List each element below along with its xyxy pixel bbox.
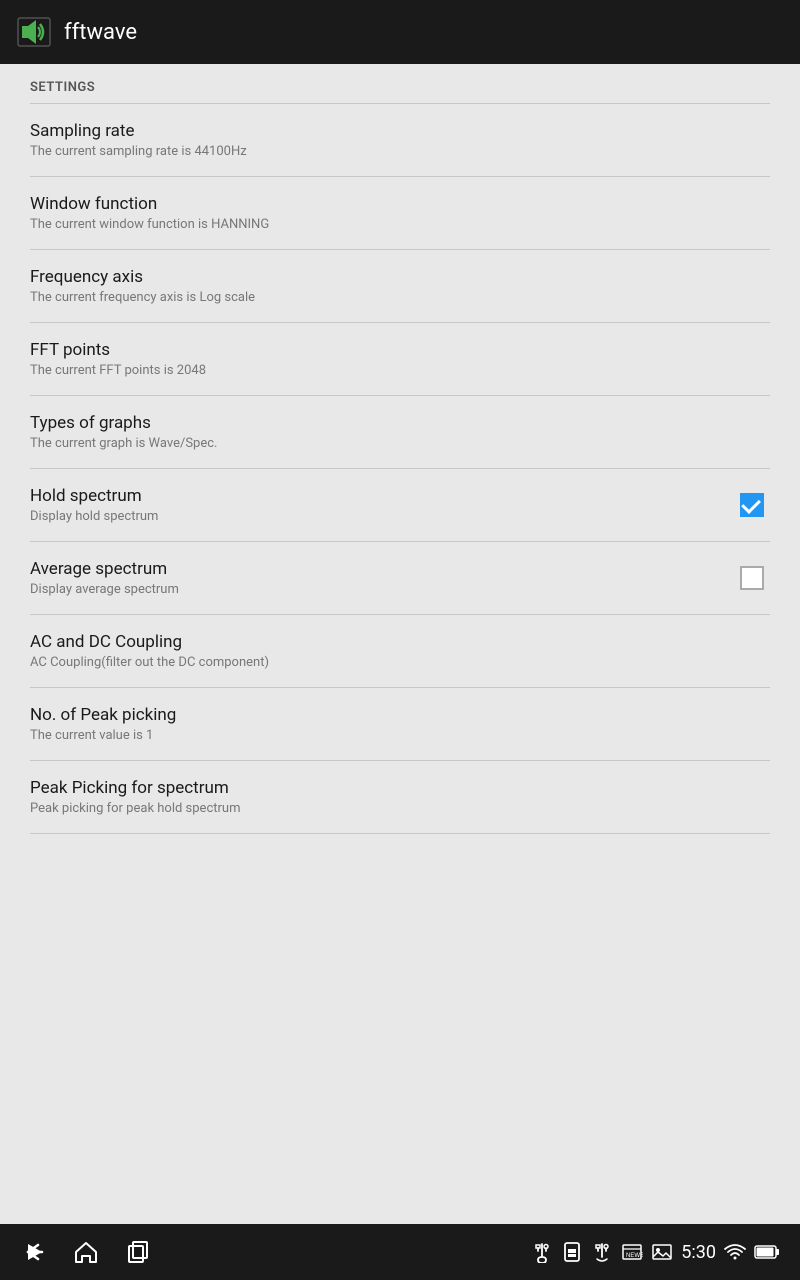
- settings-main: SETTINGS Sampling rate The current sampli…: [0, 64, 800, 1224]
- settings-item-text-frequency-axis: Frequency axis The current frequency axis…: [30, 267, 770, 305]
- settings-item-subtitle-sampling-rate: The current sampling rate is 44100Hz: [30, 144, 770, 159]
- settings-item-title-frequency-axis: Frequency axis: [30, 267, 770, 287]
- settings-item-sampling-rate[interactable]: Sampling rate The current sampling rate i…: [0, 104, 800, 176]
- settings-list: Sampling rate The current sampling rate i…: [0, 104, 800, 834]
- settings-item-subtitle-peak-picking-count: The current value is 1: [30, 728, 770, 743]
- settings-item-text-sampling-rate: Sampling rate The current sampling rate i…: [30, 121, 770, 159]
- settings-item-title-average-spectrum: Average spectrum: [30, 559, 734, 579]
- settings-item-peak-picking-count[interactable]: No. of Peak picking The current value is …: [0, 688, 800, 760]
- checkbox-hold-spectrum[interactable]: [740, 493, 764, 517]
- divider-peak-picking-spectrum: [30, 833, 770, 834]
- settings-item-title-fft-points: FFT points: [30, 340, 770, 360]
- bottombar: NEWS 5:30: [0, 1224, 800, 1280]
- status-time: 5:30: [681, 1242, 716, 1263]
- checkbox-container-hold-spectrum[interactable]: [734, 487, 770, 523]
- settings-item-title-peak-picking-spectrum: Peak Picking for spectrum: [30, 778, 770, 798]
- news-icon: NEWS: [621, 1241, 643, 1263]
- nav-back-button[interactable]: [20, 1238, 48, 1266]
- settings-item-text-ac-dc-coupling: AC and DC Coupling AC Coupling(filter out…: [30, 632, 770, 670]
- settings-item-subtitle-window-function: The current window function is HANNING: [30, 217, 770, 232]
- settings-item-frequency-axis[interactable]: Frequency axis The current frequency axis…: [0, 250, 800, 322]
- settings-item-text-hold-spectrum: Hold spectrum Display hold spectrum: [30, 486, 734, 524]
- settings-item-title-sampling-rate: Sampling rate: [30, 121, 770, 141]
- settings-item-ac-dc-coupling[interactable]: AC and DC Coupling AC Coupling(filter out…: [0, 615, 800, 687]
- settings-item-average-spectrum[interactable]: Average spectrum Display average spectrum: [0, 542, 800, 614]
- usb-storage-icon: [591, 1241, 613, 1263]
- gallery-icon: [651, 1241, 673, 1263]
- settings-item-subtitle-frequency-axis: The current frequency axis is Log scale: [30, 290, 770, 305]
- settings-section-label: SETTINGS: [0, 64, 800, 103]
- settings-item-title-ac-dc-coupling: AC and DC Coupling: [30, 632, 770, 652]
- settings-item-subtitle-ac-dc-coupling: AC Coupling(filter out the DC component): [30, 655, 770, 670]
- settings-item-text-types-of-graphs: Types of graphs The current graph is Wave…: [30, 413, 770, 451]
- home-icon: [72, 1238, 100, 1266]
- app-title: fftwave: [64, 20, 137, 45]
- settings-item-title-peak-picking-count: No. of Peak picking: [30, 705, 770, 725]
- battery-icon: [754, 1241, 780, 1263]
- settings-item-title-types-of-graphs: Types of graphs: [30, 413, 770, 433]
- settings-item-types-of-graphs[interactable]: Types of graphs The current graph is Wave…: [0, 396, 800, 468]
- app-logo: [16, 14, 52, 50]
- checkbox-average-spectrum[interactable]: [740, 566, 764, 590]
- settings-item-text-average-spectrum: Average spectrum Display average spectrum: [30, 559, 734, 597]
- sim-icon: [561, 1241, 583, 1263]
- nav-recents-button[interactable]: [124, 1238, 152, 1266]
- status-area: NEWS 5:30: [531, 1241, 780, 1263]
- wifi-icon: [724, 1241, 746, 1263]
- usb-icon: [531, 1241, 553, 1263]
- nav-buttons: [20, 1238, 152, 1266]
- settings-item-hold-spectrum[interactable]: Hold spectrum Display hold spectrum: [0, 469, 800, 541]
- settings-item-title-window-function: Window function: [30, 194, 770, 214]
- settings-item-subtitle-peak-picking-spectrum: Peak picking for peak hold spectrum: [30, 801, 770, 816]
- settings-item-subtitle-fft-points: The current FFT points is 2048: [30, 363, 770, 378]
- settings-item-subtitle-types-of-graphs: The current graph is Wave/Spec.: [30, 436, 770, 451]
- settings-item-window-function[interactable]: Window function The current window functi…: [0, 177, 800, 249]
- topbar: fftwave: [0, 0, 800, 64]
- checkbox-container-average-spectrum[interactable]: [734, 560, 770, 596]
- settings-item-text-peak-picking-spectrum: Peak Picking for spectrum Peak picking fo…: [30, 778, 770, 816]
- nav-home-button[interactable]: [72, 1238, 100, 1266]
- settings-item-subtitle-average-spectrum: Display average spectrum: [30, 582, 734, 597]
- settings-item-text-fft-points: FFT points The current FFT points is 2048: [30, 340, 770, 378]
- app-icon: [16, 14, 52, 50]
- back-icon: [20, 1238, 48, 1266]
- settings-item-text-peak-picking-count: No. of Peak picking The current value is …: [30, 705, 770, 743]
- recents-icon: [124, 1238, 152, 1266]
- svg-text:NEWS: NEWS: [626, 1253, 643, 1259]
- settings-item-subtitle-hold-spectrum: Display hold spectrum: [30, 509, 734, 524]
- settings-item-peak-picking-spectrum[interactable]: Peak Picking for spectrum Peak picking fo…: [0, 761, 800, 833]
- settings-item-text-window-function: Window function The current window functi…: [30, 194, 770, 232]
- settings-item-fft-points[interactable]: FFT points The current FFT points is 2048: [0, 323, 800, 395]
- settings-item-title-hold-spectrum: Hold spectrum: [30, 486, 734, 506]
